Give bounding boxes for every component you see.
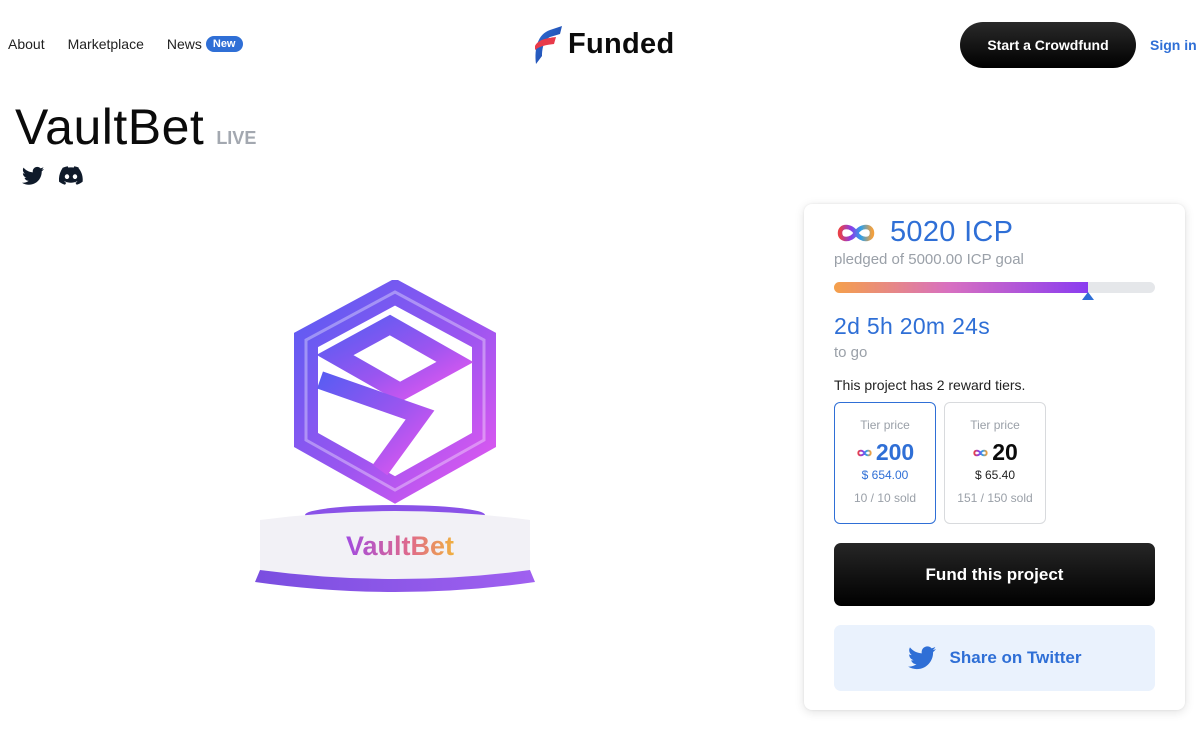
share-twitter-button[interactable]: Share on Twitter [834,625,1155,691]
icp-infinity-icon [837,224,875,241]
project-title: VaultBet [15,99,205,155]
nav-marketplace[interactable]: Marketplace [68,36,144,52]
nav-news-label: News [166,36,202,52]
tier-usd-price: $ 65.40 [974,468,1016,482]
funded-logo[interactable]: Funded [532,24,675,64]
artwork-label: VaultBet [346,531,454,561]
tier-price: 20 [945,439,1045,466]
tier-price-value: 20 [992,439,1018,465]
new-badge: New [205,36,243,52]
funding-card: 5020 ICP pledged of 5000.00 ICP goal 2d … [804,204,1185,710]
fund-project-button[interactable]: Fund this project [834,543,1155,606]
project-artwork: VaultBet [255,280,535,592]
status-badge: LIVE [216,128,257,148]
brand-name: Funded [568,27,675,60]
nav-news[interactable]: News New [167,36,243,52]
discord-icon[interactable] [59,166,83,186]
sign-in-link[interactable]: Sign in [1150,37,1197,53]
icp-infinity-icon [857,449,872,456]
twitter-icon [907,646,936,670]
countdown-timer: 2d 5h 20m 24s [834,313,991,339]
reward-tier-1[interactable]: Tier price 200 $ 654.00 10 / 10 sold [834,402,936,524]
project-header: VaultBet LIVE [15,98,256,156]
tier-price-label: Tier price [860,418,910,432]
reward-tier-2[interactable]: Tier price 20 $ 65.40 151 / 150 sold [944,402,1046,524]
amount-row: 5020 ICP [834,216,1013,249]
tier-price-label: Tier price [970,418,1020,432]
share-twitter-label: Share on Twitter [949,648,1082,667]
pledged-goal-text: pledged of 5000.00 ICP goal [834,251,1024,268]
social-links [22,166,98,186]
icp-infinity-icon [973,449,988,456]
funding-progress-bar [834,282,1155,300]
to-go-label: to go [834,344,868,361]
tier-price: 200 [835,439,935,466]
twitter-icon[interactable] [22,166,44,186]
progress-marker [1081,292,1094,300]
progress-fill [834,282,1088,293]
reward-tiers-note: This project has 2 reward tiers. [834,377,1026,393]
funded-logo-icon [535,26,562,64]
tier-sold-count: 10 / 10 sold [853,491,917,505]
top-nav: About Marketplace News New [8,36,243,52]
tier-usd-price: $ 654.00 [861,468,909,482]
pledged-amount: 5020 ICP [890,216,1014,248]
nav-about[interactable]: About [8,36,45,52]
start-crowdfund-button[interactable]: Start a Crowdfund [960,22,1136,68]
tier-price-value: 200 [875,439,915,465]
tier-sold-count: 151 / 150 sold [957,491,1033,505]
